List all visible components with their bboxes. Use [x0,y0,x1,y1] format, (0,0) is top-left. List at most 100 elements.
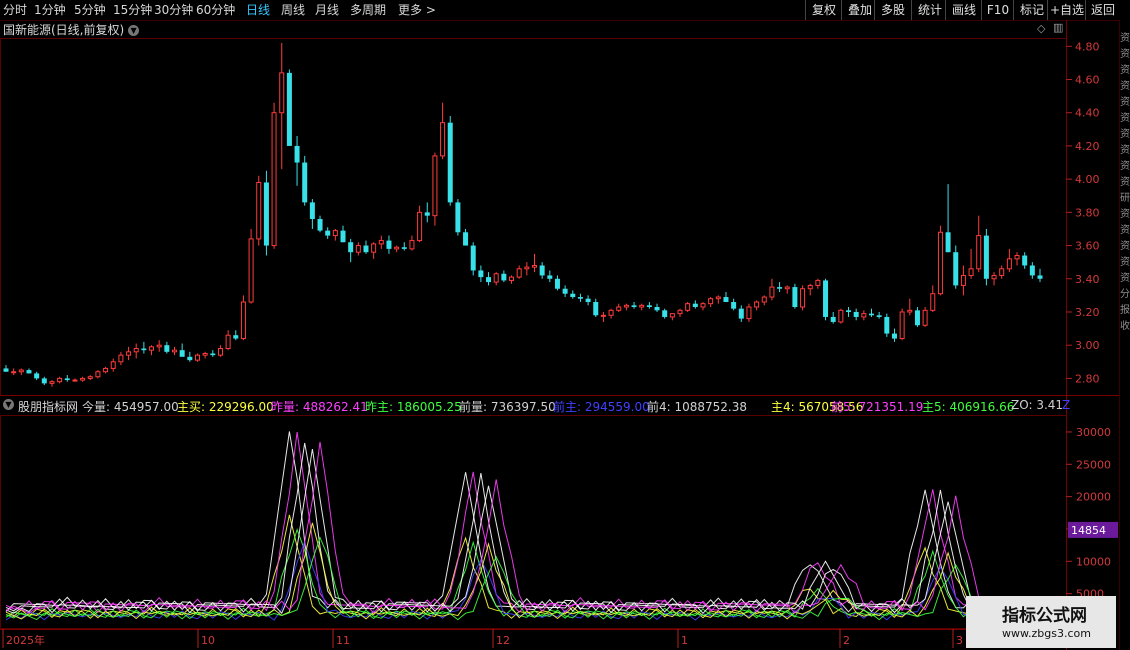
candle-body [593,302,599,316]
candle-body [386,240,392,249]
candle-body [57,377,63,383]
candle-body [225,334,231,350]
candle-body [286,72,292,146]
date-tick-label: 12 [496,634,510,647]
candle-body [87,376,93,379]
candle-body [332,230,338,237]
tab-period-9[interactable]: 多周期 [350,2,386,18]
action-button-2[interactable]: 多股 [874,0,911,20]
candle-body [432,155,438,217]
candle-body [937,231,943,295]
candle-body [547,275,553,279]
candle-body [777,287,783,289]
price-tick-label: 4.60 [1075,74,1100,87]
candle-body [677,309,683,315]
side-panel-char: 报 [1120,305,1130,316]
candle-body [424,212,430,216]
tab-period-6[interactable]: 日线 [246,2,270,18]
candle-body [470,245,476,271]
candle-body [355,245,361,253]
legend-item-1: 主买: 229296.00 [177,400,274,414]
candle-body [746,306,752,320]
candle-body [646,305,652,307]
action-button-7[interactable]: +自选 [1047,0,1086,20]
indicator-legend-bar: ▼ 股朋指标网 今量: 454957.00 主买: 229296.00 昨量: 48… [0,396,1070,414]
candle-body [210,353,216,356]
tab-period-8[interactable]: 月线 [315,2,339,18]
candle-body [248,238,254,303]
price-tick-label: 3.60 [1075,240,1100,253]
candle-body [317,218,323,231]
tab-period-0[interactable]: 分时 [3,2,27,18]
tab-period-4[interactable]: 30分钟 [154,2,193,18]
indicator-series-line [5,449,1041,615]
tab-period-1[interactable]: 1分钟 [34,2,66,18]
legend-item-9: 主5: 406916.66 [922,400,1015,414]
candle-body [409,240,415,250]
candle-body [861,313,867,318]
candle-body [164,345,170,352]
candle-body [11,371,17,374]
action-button-1[interactable]: 叠加 [841,0,878,20]
side-panel[interactable]: 资资资资资资资资资资研资资资资资分报收 [1119,20,1130,650]
indicator-name[interactable]: 股朋指标网 [18,398,78,414]
candle-body [34,373,40,379]
candle-body [976,235,982,270]
legend-item-8: 前5: 721351.19 [831,400,924,414]
candle-body [692,303,698,307]
candle-body [792,287,798,307]
price-tick-label: 3.20 [1075,306,1100,319]
side-panel-char: 资 [1120,225,1130,236]
period-toolbar: 分时 1分钟 5分钟 15分钟 30分钟 60分钟 日线 周线 月线 多周期 更多 > 复权 叠加 多股统… [0,0,1130,21]
tab-period-2[interactable]: 5分钟 [74,2,106,18]
candle-body [172,349,178,353]
action-button-6[interactable]: 标记 [1013,0,1050,20]
legend-item-5: 前主: 294559.00 [553,400,650,414]
date-tick-label: 2 [843,634,850,647]
tab-period-3[interactable]: 15分钟 [113,2,152,18]
candle-body [999,268,1005,276]
action-button-8[interactable]: 返回 [1085,0,1120,20]
candle-body [953,252,959,286]
tab-period-10[interactable]: 更多 > [398,2,436,18]
candle-body [394,246,400,250]
candle-body [378,240,384,245]
date-tick-label: 11 [336,634,350,647]
tab-period-5[interactable]: 60分钟 [196,2,235,18]
action-button-5[interactable]: F10 [981,0,1014,20]
tab-period-7[interactable]: 周线 [281,2,305,18]
candle-body [838,309,844,323]
side-panel-char: 资 [1120,129,1130,140]
candle-body [731,302,737,309]
watermark-url: www.zbgs3.com [1002,627,1091,640]
candlestick-chart[interactable]: 4.80 4.60 4.40 4.20 4.00 3.80 3.60 3.40 3.20 3.00… [0,20,1119,650]
legend-item-3: 昨主: 186005.25 [365,400,462,414]
side-panel-char: 资 [1120,97,1130,108]
candle-body [524,266,530,270]
candle-body [685,303,691,311]
price-tick-label: 3.00 [1075,339,1100,352]
side-panel-char: 资 [1120,177,1130,188]
candle-body [49,381,55,384]
candle-body [577,297,583,299]
collapse-icon[interactable]: ▼ [3,399,14,410]
side-panel-char: 资 [1120,145,1130,156]
date-tick-label: 2025年 [6,633,45,647]
candle-body [669,313,675,318]
candle-body [1037,275,1043,279]
side-panel-char: 资 [1120,65,1130,76]
candle-body [639,304,645,308]
action-button-4[interactable]: 画线 [945,0,982,20]
candle-body [570,293,576,298]
candle-body [194,354,200,361]
candle-body [654,306,660,311]
candle-body [80,377,86,381]
action-button-3[interactable]: 统计 [911,0,948,20]
candle-body [784,286,790,290]
action-button-0[interactable]: 复权 [805,0,842,20]
candle-body [256,181,262,240]
indicator-series-line [5,442,1041,614]
side-panel-char: 资 [1120,113,1130,124]
candle-body [991,274,997,280]
indicator-tick-label: 10000 [1076,555,1111,568]
